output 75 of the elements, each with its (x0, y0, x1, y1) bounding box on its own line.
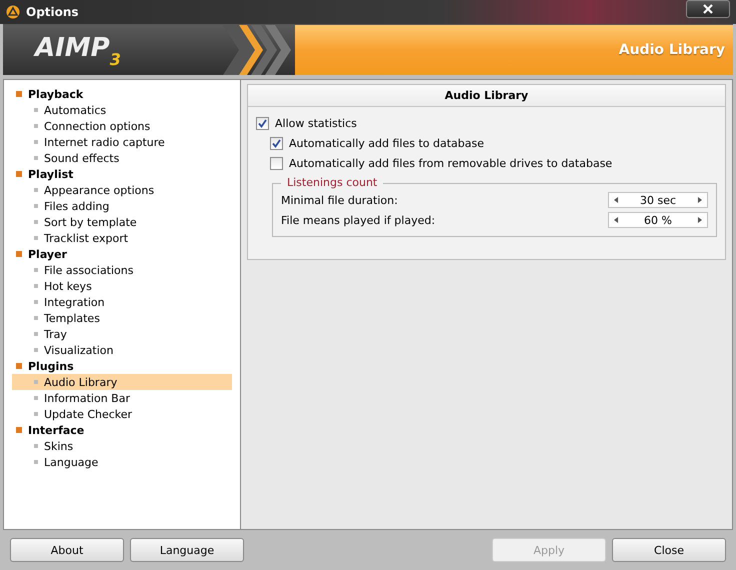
sidebar-item[interactable]: Connection options (12, 118, 232, 134)
bullet-icon (34, 220, 38, 224)
dialog-button[interactable]: Language (130, 538, 244, 562)
field-label: Minimal file duration: (281, 194, 398, 206)
bullet-icon (16, 363, 22, 369)
right-arrow-icon (698, 217, 702, 223)
sidebar-item[interactable]: Information Bar (12, 390, 232, 406)
bullet-icon (34, 108, 38, 112)
field-label: File means played if played: (281, 214, 436, 226)
bullet-icon (34, 236, 38, 240)
checkbox[interactable] (270, 156, 283, 170)
bullet-icon (34, 284, 38, 288)
sidebar-category[interactable]: Plugins (12, 358, 232, 374)
left-arrow-icon (614, 197, 618, 203)
bullet-icon (34, 460, 38, 464)
sidebar-item[interactable]: Audio Library (12, 374, 232, 390)
bullet-icon (34, 156, 38, 160)
bullet-icon (34, 188, 38, 192)
sidebar-item[interactable]: Internet radio capture (12, 134, 232, 150)
bullet-icon (16, 171, 22, 177)
logo-suffix: 3 (110, 50, 121, 69)
bullet-icon (34, 316, 38, 320)
sidebar-category[interactable]: Player (12, 246, 232, 262)
app-icon (6, 5, 20, 19)
sidebar-item[interactable]: Tracklist export (12, 230, 232, 246)
sidebar-category[interactable]: Interface (12, 422, 232, 438)
group-title: Listenings count (281, 176, 384, 189)
spin-field[interactable]: 60 % (608, 212, 708, 228)
bullet-icon (34, 204, 38, 208)
bullet-icon (34, 444, 38, 448)
sidebar-category[interactable]: Playlist (12, 166, 232, 182)
bullet-icon (34, 140, 38, 144)
sidebar-item[interactable]: Automatics (12, 102, 232, 118)
sidebar-item[interactable]: Update Checker (12, 406, 232, 422)
logo-text: AIMP (35, 35, 110, 61)
close-icon (702, 4, 714, 14)
sidebar-item[interactable]: Files adding (12, 198, 232, 214)
bullet-icon (34, 348, 38, 352)
sidebar-item[interactable]: Templates (12, 310, 232, 326)
spin-field[interactable]: 30 sec (608, 192, 708, 208)
bullet-icon (16, 427, 22, 433)
panel-title: Audio Library (248, 85, 725, 107)
bullet-icon (16, 91, 22, 97)
bullet-icon (34, 300, 38, 304)
bullet-icon (34, 412, 38, 416)
sidebar-item[interactable]: Appearance options (12, 182, 232, 198)
window-title: Options (26, 5, 80, 19)
bullet-icon (34, 332, 38, 336)
left-arrow-icon (614, 217, 618, 223)
sidebar-item[interactable]: Sort by template (12, 214, 232, 230)
section-title: Audio Library (618, 42, 725, 58)
sidebar-item[interactable]: Skins (12, 438, 232, 454)
checkbox-label: Automatically add files to database (289, 136, 484, 150)
sidebar-item[interactable]: Language (12, 454, 232, 470)
bullet-icon (16, 251, 22, 257)
bullet-icon (34, 380, 38, 384)
sidebar-item[interactable]: Visualization (12, 342, 232, 358)
bullet-icon (34, 268, 38, 272)
sidebar-item[interactable]: File associations (12, 262, 232, 278)
checkbox[interactable] (256, 116, 269, 130)
sidebar-item[interactable]: Tray (12, 326, 232, 342)
checkbox-label: Automatically add files from removable drives to database (289, 156, 612, 170)
checkbox-label: Allow statistics (275, 116, 357, 130)
bullet-icon (34, 124, 38, 128)
sidebar-category[interactable]: Playback (12, 86, 232, 102)
dialog-button: Apply (492, 538, 606, 562)
sidebar-item[interactable]: Integration (12, 294, 232, 310)
bullet-icon (34, 396, 38, 400)
sidebar-item[interactable]: Sound effects (12, 150, 232, 166)
close-button[interactable] (686, 0, 730, 18)
dialog-button[interactable]: Close (612, 538, 726, 562)
sidebar-item[interactable]: Hot keys (12, 278, 232, 294)
right-arrow-icon (698, 197, 702, 203)
dialog-button[interactable]: About (10, 538, 124, 562)
checkbox[interactable] (270, 136, 283, 150)
